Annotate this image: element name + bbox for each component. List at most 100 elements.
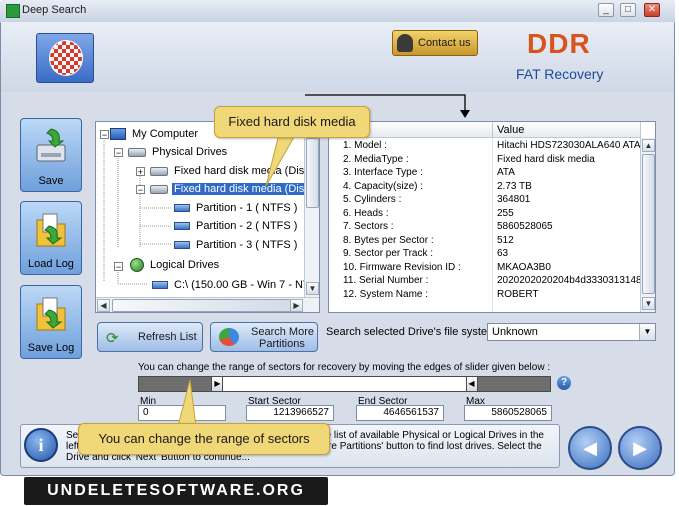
table-row[interactable]: 12. System Name : ROBERT <box>329 288 640 302</box>
property-name: 3. Interface Type : <box>343 167 423 178</box>
table-row[interactable]: 11. Serial Number : 2020202020204b4d33303… <box>329 274 640 288</box>
tree-expander[interactable]: + <box>136 167 145 177</box>
search-more-partitions-button[interactable]: Search More Partitions <box>210 322 318 352</box>
property-value: MKAOA3B0 <box>497 261 551 273</box>
tree-horizontal-scrollbar[interactable]: ◀ ▶ <box>96 297 319 312</box>
property-name: 12. System Name : <box>343 288 429 300</box>
property-value: ROBERT <box>497 288 539 300</box>
person-icon <box>397 34 413 52</box>
property-value: 512 <box>497 234 514 246</box>
scroll-thumb[interactable] <box>642 154 655 294</box>
fs-type-dropdown[interactable]: Unknown ▼ <box>487 323 656 341</box>
scroll-left-icon[interactable]: ◀ <box>97 299 110 312</box>
tree-item-physical-drives[interactable]: Physical Drives <box>128 144 229 160</box>
property-value: 2.73 TB <box>497 180 532 192</box>
property-value: 255 <box>497 207 514 219</box>
watermark-banner: UNDELETESOFTWARE.ORG <box>24 477 328 505</box>
refresh-list-button[interactable]: ⟳ Refresh List <box>97 322 203 352</box>
start-sector-handle[interactable]: ▶ <box>211 376 224 392</box>
property-value: 63 <box>497 248 509 259</box>
tree-expander[interactable]: − <box>114 262 123 272</box>
property-name: 6. Heads : <box>343 207 389 219</box>
save-log-button[interactable]: Save Log <box>20 285 82 359</box>
back-button[interactable]: ◀ <box>568 426 612 470</box>
globe-icon <box>130 258 144 273</box>
load-log-button[interactable]: Load Log <box>20 201 82 275</box>
table-row[interactable]: 1. Model : Hitachi HDS723030ALA640 ATA De… <box>329 139 640 153</box>
tree-expander[interactable]: − <box>100 130 109 140</box>
logo-emblem-icon <box>49 40 83 76</box>
table-row[interactable]: 9. Sector per Track : 63 <box>329 247 640 261</box>
table-row[interactable]: 2. MediaType : Fixed hard disk media <box>329 153 640 167</box>
drive-properties-table[interactable]: Value 1. Model : Hitachi HDS723030ALA640 … <box>328 121 656 313</box>
property-name: 11. Serial Number : <box>343 275 429 286</box>
window-title: Deep Search <box>22 4 87 16</box>
property-name: 5. Cylinders : <box>343 194 402 205</box>
table-row[interactable]: 8. Bytes per Sector : 512 <box>329 234 640 248</box>
close-button[interactable]: ✕ <box>644 3 660 17</box>
table-row[interactable]: 6. Heads : 255 <box>329 207 640 221</box>
contact-us-button[interactable]: Contact us <box>392 30 478 56</box>
table-row[interactable]: 5. Cylinders : 364801 <box>329 193 640 207</box>
scroll-up-icon[interactable]: ▲ <box>642 139 655 152</box>
property-value: Fixed hard disk media <box>497 153 595 165</box>
property-name: 8. Bytes per Sector : <box>343 234 434 246</box>
load-log-label: Load Log <box>28 258 74 270</box>
arrow-left-icon: ◀ <box>583 438 597 458</box>
title-bar: Deep Search _ □ ✕ <box>0 0 675 23</box>
chevron-down-icon[interactable]: ▼ <box>639 324 655 340</box>
scroll-thumb[interactable] <box>112 299 292 312</box>
help-icon[interactable]: ? <box>557 376 571 390</box>
max-value-field: 5860528065 <box>464 405 552 421</box>
contact-us-label: Contact us <box>418 37 471 49</box>
brand-name: DDR <box>527 28 591 59</box>
property-value: 364801 <box>497 194 531 205</box>
save-log-label: Save Log <box>27 342 75 354</box>
minimize-button[interactable]: _ <box>598 3 614 17</box>
property-value: ATA <box>497 167 515 178</box>
selected-sector-range <box>223 376 466 392</box>
save-log-folder-icon <box>36 297 66 331</box>
end-sector-handle[interactable]: ◀ <box>465 376 478 392</box>
callout-sector-range: You can change the range of sectors <box>78 423 330 455</box>
scroll-right-icon[interactable]: ▶ <box>290 299 303 312</box>
save-button[interactable]: Save <box>20 118 82 192</box>
tree-item-drive-c[interactable]: C:\ (150.00 GB - Win 7 - NTFS) <box>152 277 319 293</box>
property-value: Hitachi HDS723030ALA640 ATA Device <box>497 140 640 151</box>
table-row[interactable]: 4. Capacity(size) : 2.73 TB <box>329 180 640 194</box>
end-sector-field[interactable]: 4646561537 <box>356 405 444 421</box>
scroll-down-icon[interactable]: ▼ <box>306 282 319 295</box>
app-logo <box>36 33 94 83</box>
product-name: FAT Recovery <box>516 66 604 82</box>
tree-expander[interactable]: − <box>136 185 145 195</box>
disk-icon <box>150 184 168 194</box>
table-row[interactable]: 7. Sectors : 5860528065 <box>329 220 640 234</box>
tree-item-partition-2[interactable]: Partition - 2 ( NTFS ) <box>174 218 299 234</box>
tree-expander[interactable]: − <box>114 148 123 158</box>
maximize-button[interactable]: □ <box>620 3 636 17</box>
load-log-folder-icon <box>36 213 66 247</box>
next-button[interactable]: ▶ <box>618 426 662 470</box>
partitions-label: Partitions <box>259 338 305 350</box>
properties-scrollbar[interactable]: ▲ ▼ <box>640 138 655 312</box>
disk-icon <box>150 166 168 176</box>
column-header-value[interactable]: Value <box>493 122 641 138</box>
app-icon <box>6 4 20 18</box>
tree-item-partition-3[interactable]: Partition - 3 ( NTFS ) <box>174 237 299 253</box>
pie-chart-icon <box>219 328 239 346</box>
table-row[interactable]: 3. Interface Type : ATA <box>329 166 640 180</box>
property-name: 2. MediaType : <box>343 153 409 165</box>
table-row[interactable]: 10. Firmware Revision ID : MKAOA3B0 <box>329 261 640 275</box>
tree-item-logical-drives[interactable]: Logical Drives <box>130 257 221 273</box>
property-value: 5860528065 <box>497 221 553 232</box>
fs-type-label: Search selected Drive's file system as: <box>326 326 514 338</box>
property-name: 9. Sector per Track : <box>343 248 434 259</box>
partition-icon <box>174 222 190 231</box>
refresh-list-label: Refresh List <box>138 331 197 343</box>
tree-item-my-computer[interactable]: My Computer <box>110 126 200 142</box>
callout-fixed-disk: Fixed hard disk media <box>214 106 370 138</box>
scroll-down-icon[interactable]: ▼ <box>642 297 655 310</box>
tree-item-partition-1[interactable]: Partition - 1 ( NTFS ) <box>174 200 299 216</box>
start-sector-field[interactable]: 1213966527 <box>246 405 334 421</box>
property-name: 1. Model : <box>343 140 387 151</box>
